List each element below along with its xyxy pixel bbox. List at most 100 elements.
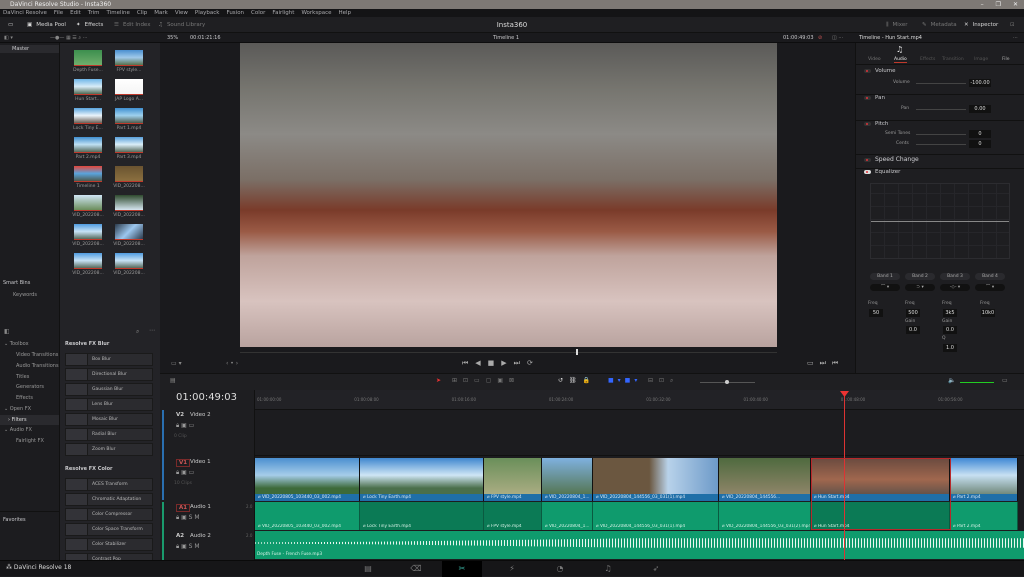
effect-item[interactable]: Mosaic Blur: [65, 413, 153, 426]
menu-file[interactable]: File: [54, 9, 63, 17]
media-thumbnail[interactable]: [115, 166, 143, 182]
audio-clip[interactable]: ⌀ FPV style.mp4: [484, 502, 542, 530]
pan-slider[interactable]: [916, 109, 966, 110]
page-color[interactable]: ◔: [540, 561, 580, 577]
lock-icon[interactable]: 🔒︎ ▣ ▭: [176, 422, 194, 430]
effect-item[interactable]: Lens Blur: [65, 398, 153, 411]
media-thumbnail[interactable]: [115, 253, 143, 269]
cents-value[interactable]: 0: [969, 140, 991, 148]
pitch-toggle[interactable]: [864, 122, 871, 126]
search-icon[interactable]: ⌕: [136, 328, 139, 336]
pan-value[interactable]: 0.00: [969, 105, 991, 113]
volume-toggle[interactable]: [864, 69, 871, 73]
media-pool-button[interactable]: ▣Media Pool: [27, 17, 66, 33]
timeline-select[interactable]: Timeline 1: [493, 33, 519, 43]
menu-workspace[interactable]: Workspace: [301, 9, 331, 17]
color-icon[interactable]: ⊘: [818, 33, 822, 43]
zoom-select[interactable]: 35%: [167, 33, 178, 43]
menu-davinci[interactable]: DaVinci Resolve: [3, 9, 47, 17]
page-fusion[interactable]: ⚡: [492, 561, 532, 577]
tab-audio[interactable]: Audio: [894, 57, 907, 63]
cents-slider[interactable]: [916, 144, 966, 145]
band-3-freq[interactable]: 3k5: [943, 309, 957, 317]
scrub-playhead[interactable]: [576, 349, 578, 355]
media-thumbnail[interactable]: [74, 137, 102, 153]
media-thumbnail[interactable]: [115, 108, 143, 124]
tree-open-fx[interactable]: ⌄ Open FX: [4, 406, 31, 412]
transport-controls[interactable]: ⏮◀■▶⏭⟳: [462, 359, 540, 368]
menu-trim[interactable]: Trim: [88, 9, 100, 17]
tree-audio-fx[interactable]: ⌄ Audio FX: [4, 427, 32, 433]
band-3-gain[interactable]: 0.0: [943, 326, 957, 334]
expand-icon[interactable]: ⊡: [1010, 17, 1015, 33]
panel-icon[interactable]: ◧: [4, 328, 10, 335]
audio-clip[interactable]: ⌀ VID_20220804_144556_03_031(1).mp4: [593, 502, 719, 530]
semitones-slider[interactable]: [916, 134, 966, 135]
band-2-freq[interactable]: 500: [906, 309, 920, 317]
media-thumbnail[interactable]: [74, 79, 102, 95]
tab-video[interactable]: Video: [868, 57, 881, 62]
effect-item[interactable]: Gaussian Blur: [65, 383, 153, 396]
video-clip[interactable]: ⌀ FPV style.mp4: [484, 458, 542, 501]
edit-tools[interactable]: ⊞⊡▭▢▣⊠: [452, 377, 520, 384]
menu-mark[interactable]: Mark: [154, 9, 168, 17]
meter-icon[interactable]: ▭: [1002, 377, 1008, 384]
tree-filters[interactable]: › Filters: [0, 415, 59, 425]
semitones-value[interactable]: 0: [969, 130, 991, 138]
frame-nav[interactable]: ‹ • ›: [226, 360, 238, 367]
speed-change-header[interactable]: Speed Change: [856, 154, 1024, 164]
band-2-type[interactable]: ⊃ ▾: [905, 284, 935, 291]
menu-playback[interactable]: Playback: [195, 9, 220, 17]
speaker-icon[interactable]: 🔈: [948, 377, 955, 384]
metadata-button[interactable]: ✎Metadata: [922, 17, 957, 33]
media-thumbnail[interactable]: [115, 137, 143, 153]
more-icon[interactable]: ⋯: [149, 327, 155, 334]
band-1-type[interactable]: ⌒ ▾: [870, 284, 900, 291]
tab-transition[interactable]: Transition: [942, 57, 964, 62]
inspector-button[interactable]: ✕Inspector: [964, 17, 998, 33]
audio-clip[interactable]: Depth Fuse - French Fuse.mp3: [255, 531, 1024, 559]
minimize-button[interactable]: –: [981, 0, 984, 9]
video-clip[interactable]: ⌀ VID_20220804_1...: [542, 458, 593, 501]
band-4-freq[interactable]: 10k0: [981, 309, 995, 317]
video-clip[interactable]: ⌀ VID_20220804_144556...: [719, 458, 811, 501]
media-thumbnail[interactable]: [74, 195, 102, 211]
media-thumbnail[interactable]: [74, 108, 102, 124]
sound-library-button[interactable]: ♫Sound Library: [158, 17, 205, 33]
audio-clip[interactable]: ⌀ VID_20220805_103440_03_002.mp4: [255, 502, 360, 530]
volume-slider[interactable]: [916, 83, 966, 84]
page-cut[interactable]: ⌫: [396, 561, 436, 577]
panel-toggle-icon[interactable]: ◧ ▾: [4, 33, 13, 43]
effect-item[interactable]: Color Space Transform: [65, 523, 153, 536]
media-thumbnail[interactable]: [115, 79, 143, 95]
loop-controls[interactable]: ▭⏭⏮: [807, 359, 844, 368]
dual-view-icon[interactable]: ◫ ⋯: [832, 33, 843, 43]
pan-header[interactable]: Pan: [856, 94, 1024, 101]
view-options-icon[interactable]: —●— ▦ ☰ ⌕ ⋯: [50, 33, 88, 43]
menu-fairlight[interactable]: Fairlight: [272, 9, 294, 17]
band-2-gain[interactable]: 0.0: [906, 326, 920, 334]
effect-item[interactable]: ACES Transform: [65, 478, 153, 491]
menu-view[interactable]: View: [175, 9, 188, 17]
selection-tool-icon[interactable]: ➤: [436, 377, 441, 384]
band-3-type[interactable]: -◇- ▾: [940, 284, 970, 291]
media-thumbnail[interactable]: [115, 224, 143, 240]
zoom-icons[interactable]: ⊟⊡⌕: [648, 377, 679, 385]
volume-header[interactable]: Volume: [856, 68, 1024, 74]
band-2-button[interactable]: Band 2: [905, 273, 935, 280]
volume-value[interactable]: -100.00: [969, 79, 991, 87]
tree-toolbox[interactable]: ⌄ Toolbox: [4, 341, 29, 347]
safe-area-icon[interactable]: ▭ ▾: [171, 360, 182, 367]
bin-keywords[interactable]: Keywords: [13, 292, 37, 298]
tree-generators[interactable]: Generators: [16, 384, 44, 390]
zoom-slider[interactable]: [700, 382, 755, 383]
mixer-button[interactable]: ⫼Mixer: [886, 17, 908, 33]
video-clip[interactable]: ⌀ Lock Tiny Earth.mp4: [360, 458, 484, 501]
band-4-type[interactable]: ⌒ ▾: [975, 284, 1005, 291]
effect-item[interactable]: Chromatic Adaptation: [65, 493, 153, 506]
menu-timeline[interactable]: Timeline: [107, 9, 130, 17]
effect-item[interactable]: Zoom Blur: [65, 443, 153, 456]
bin-master[interactable]: Master: [0, 45, 59, 53]
equalizer-header[interactable]: Equalizer: [856, 168, 1024, 175]
flag-marker-icons[interactable]: ■▾■▾: [608, 377, 641, 384]
